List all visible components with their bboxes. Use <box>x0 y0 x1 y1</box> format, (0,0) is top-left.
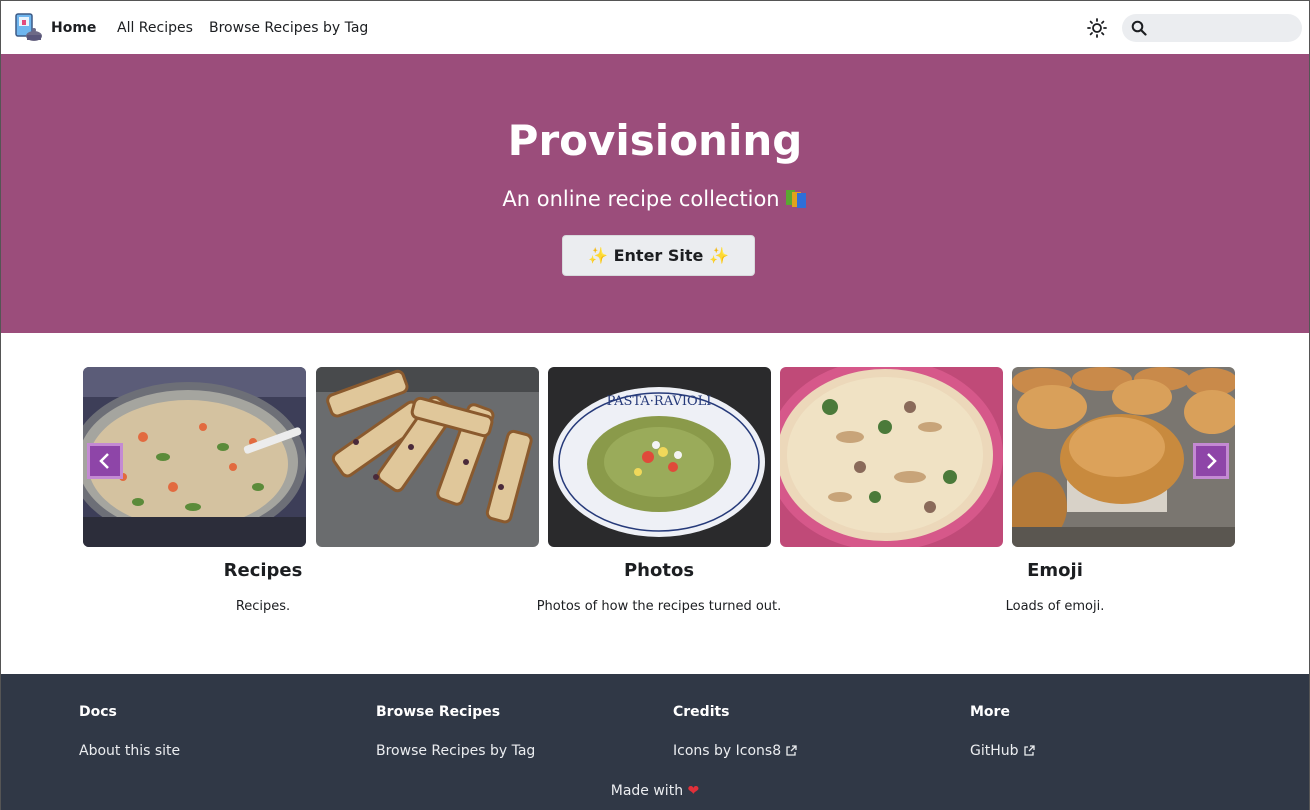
footer-column-browse: Browse Recipes Browse Recipes by Tag <box>376 702 535 761</box>
footer-column-docs: Docs About this site <box>79 702 180 761</box>
feature-description: Recipes. <box>235 599 291 614</box>
footer-link-about[interactable]: About this site <box>79 741 180 761</box>
logo-icon[interactable] <box>14 13 42 42</box>
hero-subtitle-row: An online recipe collection <box>1 184 1309 214</box>
navbar: Home All Recipes Browse Recipes by Tag <box>1 1 1309 54</box>
feature-photos: Photos Photos of how the recipes turned … <box>479 557 839 617</box>
feature-emoji: Emoji Loads of emoji. <box>875 557 1235 617</box>
feature-title: Recipes <box>223 560 303 581</box>
books-emoji-icon <box>785 188 808 208</box>
sparkles-icon: ✨ <box>588 246 609 265</box>
footer-link-label: GitHub <box>970 743 1019 759</box>
external-link-icon <box>1023 745 1035 756</box>
hero-subtitle: An online recipe collection <box>502 187 780 211</box>
footer-column-more: More GitHub <box>970 702 1035 761</box>
theme-toggle-button[interactable] <box>1083 14 1111 42</box>
footer: Docs About this site Browse Recipes Brow… <box>1 674 1309 810</box>
external-link-icon <box>786 745 797 756</box>
pasta-plate-photo[interactable]: PASTA·RAVIOLI <box>548 367 771 547</box>
search-input[interactable] <box>1152 14 1297 42</box>
feature-title: Emoji <box>1027 560 1083 581</box>
enter-site-button[interactable]: ✨ Enter Site ✨ <box>562 235 755 276</box>
carousel-next-button[interactable] <box>1193 443 1229 479</box>
feature-title: Photos <box>623 560 695 581</box>
footer-link-icons8[interactable]: Icons by Icons8 <box>673 741 797 761</box>
chevron-left-icon <box>99 453 109 469</box>
footer-heading: More <box>970 704 1010 720</box>
heart-icon: ❤ <box>687 783 700 799</box>
made-with-text: Made with <box>610 783 684 799</box>
nav-home[interactable]: Home <box>51 18 96 38</box>
carousel-prev-button[interactable] <box>87 443 123 479</box>
biscotti-tray-photo[interactable] <box>316 367 539 547</box>
quiche-photo[interactable] <box>780 367 1003 547</box>
footer-heading: Credits <box>673 704 730 720</box>
footer-link-label: Icons by Icons8 <box>673 743 782 759</box>
sun-icon <box>1087 18 1107 38</box>
photo-carousel: PASTA·RAVIOLI <box>83 367 1235 547</box>
svg-text:PASTA·RAVIOLI: PASTA·RAVIOLI <box>607 394 712 409</box>
feature-recipes: Recipes Recipes. <box>83 557 443 617</box>
nav-all-recipes[interactable]: All Recipes <box>117 18 193 38</box>
feature-description: Photos of how the recipes turned out. <box>536 599 782 614</box>
footer-heading: Docs <box>79 704 117 720</box>
sparkles-icon: ✨ <box>708 246 729 265</box>
footer-link-github[interactable]: GitHub <box>970 741 1035 761</box>
hero-banner: Provisioning An online recipe collection… <box>1 54 1309 333</box>
footer-column-credits: Credits Icons by Icons8 <box>673 702 797 761</box>
enter-site-label: Enter Site <box>613 246 704 265</box>
nav-browse-by-tag[interactable]: Browse Recipes by Tag <box>209 18 368 38</box>
footer-heading: Browse Recipes <box>376 704 501 720</box>
search-icon <box>1131 20 1147 36</box>
hero-title: Provisioning <box>507 116 803 165</box>
footer-link-browse-by-tag[interactable]: Browse Recipes by Tag <box>376 741 535 761</box>
feature-description: Loads of emoji. <box>1005 599 1105 614</box>
made-with-row: Made with ❤ <box>1 781 1309 801</box>
chevron-right-icon <box>1207 453 1217 469</box>
search-box <box>1122 14 1302 42</box>
